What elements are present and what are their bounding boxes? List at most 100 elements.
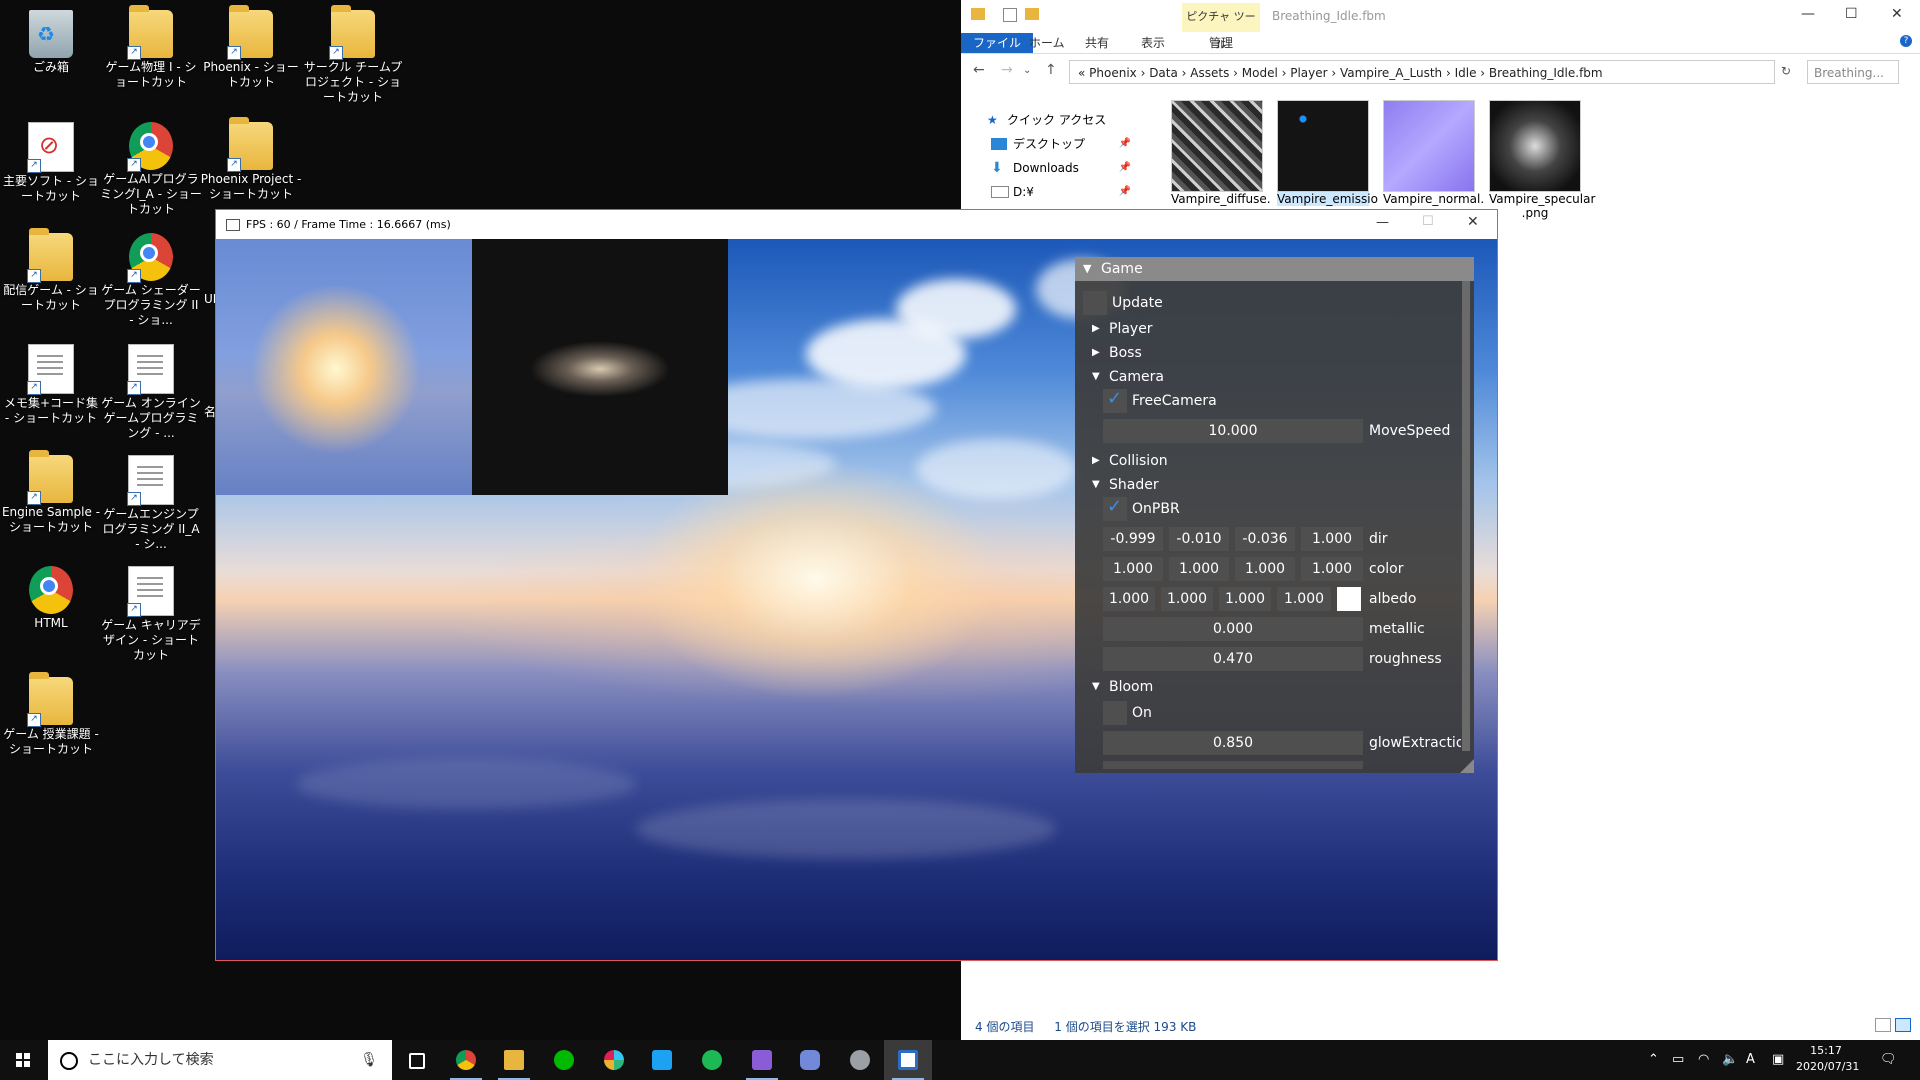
tree-node-boss[interactable]: ▶ Boss (1075, 341, 1142, 365)
close-icon[interactable]: ✕ (1467, 214, 1479, 230)
file-thumbnail[interactable]: Vampire_diffuse. (1171, 100, 1271, 206)
tab-manage[interactable]: 管理 (1209, 33, 1233, 53)
ime-indicator[interactable]: A (1746, 1040, 1755, 1080)
desktop-icon-shortcut[interactable]: ↗ Engine Sample - ショートカット (0, 445, 102, 535)
back-arrow-icon[interactable]: ← (973, 62, 985, 78)
taskbar-chrome[interactable] (442, 1040, 490, 1080)
albedo-r-field[interactable]: 1.000 (1103, 587, 1155, 611)
large-icons-view-icon[interactable] (1895, 1018, 1911, 1032)
desktop-icon-html[interactable]: HTML (0, 556, 102, 631)
bloom-on-checkbox[interactable] (1103, 701, 1127, 725)
desktop-icon-shortcut[interactable]: ↗ メモ集+コード集 - ショートカット (0, 334, 102, 426)
clock[interactable]: 15:17 2020/07/31 (1796, 1043, 1859, 1075)
volume-icon[interactable]: 🔈 (1722, 1040, 1738, 1080)
minimize-icon[interactable]: — (1801, 6, 1815, 22)
next-slider-partial[interactable] (1103, 761, 1363, 769)
tree-node-collision[interactable]: ▶ Collision (1075, 449, 1168, 473)
maximize-icon[interactable]: ☐ (1422, 214, 1434, 229)
recent-chevron-icon[interactable]: ⌄ (1023, 65, 1031, 76)
refresh-icon[interactable]: ↻ (1781, 64, 1791, 78)
albedo-a-field[interactable]: 1.000 (1277, 587, 1331, 611)
up-arrow-icon[interactable]: ↑ (1045, 62, 1057, 78)
show-hidden-icons-icon[interactable]: ⌃ (1648, 1040, 1659, 1080)
on-pbr-checkbox[interactable] (1103, 496, 1127, 521)
taskbar-twitter[interactable] (638, 1040, 686, 1080)
desktop-icon-recycle-bin[interactable]: ごみ箱 (0, 0, 102, 75)
desktop-icon-shortcut[interactable]: ↗ ゲーム物理 I - ショートカット (100, 0, 202, 90)
panel-scrollbar[interactable] (1462, 281, 1470, 751)
taskbar-game-window[interactable] (884, 1040, 932, 1080)
desktop-icon-shortcut[interactable]: ↗ Phoenix - ショートカット (200, 0, 302, 90)
start-button[interactable] (0, 1040, 48, 1080)
help-icon[interactable]: ? (1900, 35, 1912, 47)
new-folder-icon[interactable] (1025, 8, 1039, 20)
metallic-slider[interactable]: 0.000 (1103, 617, 1363, 641)
nav-drive-d[interactable]: D:¥ 📌 (981, 180, 1141, 204)
taskbar-slack[interactable] (590, 1040, 638, 1080)
taskbar-search[interactable]: ここに入力して検索 🎙 (48, 1040, 392, 1080)
glow-extraction-slider[interactable]: 0.850 (1103, 731, 1363, 755)
tab-file[interactable]: ファイル (961, 33, 1034, 53)
move-speed-field[interactable]: 10.000 (1103, 419, 1363, 443)
taskbar-spotify[interactable] (688, 1040, 736, 1080)
desktop-icon-shortcut[interactable]: ↗ Phoenix Project - ショートカット (200, 112, 302, 202)
desktop-icon-shortcut[interactable]: ↗ ゲーム 授業課題 - ショートカット (0, 667, 102, 757)
maximize-icon[interactable]: ☐ (1845, 6, 1858, 22)
nav-downloads[interactable]: ⬇ Downloads 📌 (981, 156, 1141, 180)
panel-header[interactable]: ▼ Game (1075, 257, 1474, 281)
taskbar-line[interactable] (540, 1040, 588, 1080)
desktop-icon-shortcut[interactable]: ↗ ゲームエンジンプログラミング II_A - シ... (100, 445, 202, 552)
albedo-b-field[interactable]: 1.000 (1219, 587, 1271, 611)
roughness-slider[interactable]: 0.470 (1103, 647, 1363, 671)
search-input[interactable]: Breathing... (1807, 60, 1899, 84)
nav-desktop[interactable]: デスクトップ 📌 (981, 132, 1141, 156)
dir-y-field[interactable]: -0.010 (1169, 527, 1229, 551)
nav-quick-access[interactable]: ★ クイック アクセス (981, 108, 1141, 132)
tab-home[interactable]: ホーム (1029, 33, 1065, 53)
file-thumbnail[interactable]: Vampire_normal. (1383, 100, 1484, 206)
collapse-triangle-icon[interactable]: ▼ (1083, 257, 1091, 281)
battery-icon[interactable]: ▭ (1672, 1040, 1684, 1080)
taskbar-visual-studio[interactable] (738, 1040, 786, 1080)
taskbar-discord[interactable] (786, 1040, 834, 1080)
properties-icon[interactable] (1003, 8, 1017, 22)
tree-node-bloom[interactable]: ▼ Bloom (1075, 675, 1153, 699)
details-view-icon[interactable] (1875, 1018, 1891, 1032)
desktop-icon-shortcut[interactable]: ↗ ゲーム オンラインゲームプログラミング - ... (100, 334, 202, 441)
free-camera-checkbox[interactable] (1103, 388, 1127, 413)
tab-view[interactable]: 表示 (1141, 33, 1165, 53)
dir-w-field[interactable]: 1.000 (1301, 527, 1363, 551)
albedo-g-field[interactable]: 1.000 (1161, 587, 1213, 611)
taskbar-explorer[interactable] (490, 1040, 538, 1080)
forward-arrow-icon[interactable]: → (1001, 62, 1013, 78)
ime-pad-icon[interactable]: ▣ (1772, 1040, 1784, 1080)
close-icon[interactable]: ✕ (1891, 6, 1903, 22)
color-a-field[interactable]: 1.000 (1301, 557, 1363, 581)
tree-node-player[interactable]: ▶ Player (1075, 317, 1153, 341)
dir-x-field[interactable]: -0.999 (1103, 527, 1163, 551)
address-bar[interactable]: « Phoenix › Data › Assets › Model › Play… (1069, 60, 1775, 84)
minimize-icon[interactable]: — (1376, 215, 1389, 230)
update-checkbox[interactable] (1083, 291, 1107, 315)
color-r-field[interactable]: 1.000 (1103, 557, 1163, 581)
desktop-icon-shortcut[interactable]: ↗ サークル チームプロジェクト - ショートカット (302, 0, 404, 105)
dir-z-field[interactable]: -0.036 (1235, 527, 1295, 551)
file-thumbnail[interactable]: Vampire_specular .png (1489, 100, 1595, 220)
notification-icon[interactable]: 🗨 (1880, 1040, 1897, 1080)
resize-grip[interactable] (1460, 759, 1474, 773)
picture-tools-tab[interactable]: ピクチャ ツール (1182, 3, 1260, 51)
wifi-icon[interactable]: ◠ (1698, 1040, 1709, 1080)
desktop-icon-shortcut[interactable]: ↗ ゲーム キャリアデザイン - ショートカット (100, 556, 202, 663)
taskbar-app[interactable] (836, 1040, 884, 1080)
color-g-field[interactable]: 1.000 (1169, 557, 1229, 581)
microphone-icon[interactable]: 🎙 (360, 1040, 378, 1080)
tree-node-camera[interactable]: ▼ Camera (1075, 365, 1164, 389)
desktop-icon-shortcut[interactable]: ↗ 主要ソフト - ショートカット (0, 112, 102, 204)
desktop-icon-shortcut[interactable]: ↗ 配信ゲーム - ショートカット (0, 223, 102, 313)
tree-node-shader[interactable]: ▼ Shader (1075, 473, 1159, 497)
color-b-field[interactable]: 1.000 (1235, 557, 1295, 581)
desktop-icon-shortcut[interactable]: ↗ ゲームAIプログラミングI_A - ショートカット (100, 112, 202, 217)
albedo-color-swatch[interactable] (1337, 587, 1361, 611)
file-thumbnail-selected[interactable]: Vampire_emissio (1277, 100, 1378, 206)
task-view-button[interactable] (392, 1040, 440, 1080)
